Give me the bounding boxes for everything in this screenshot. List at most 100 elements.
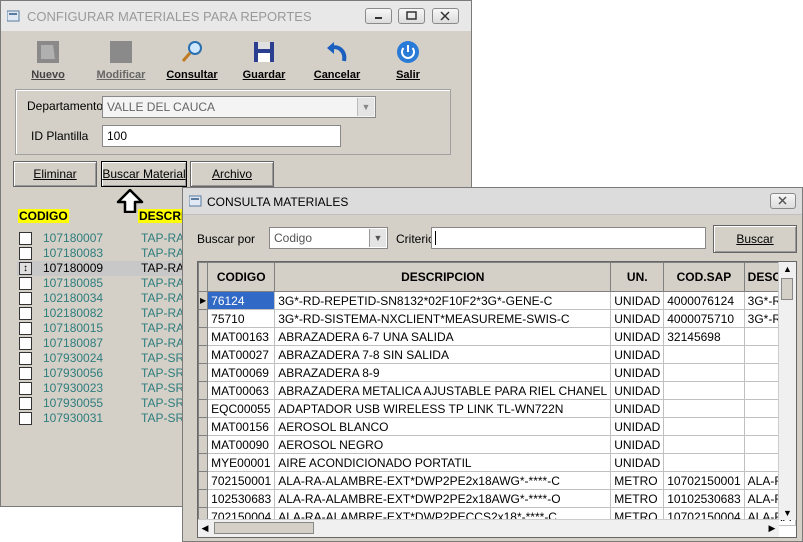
row-indicator[interactable] [198, 417, 209, 436]
minimize-button[interactable] [365, 8, 392, 24]
row-indicator[interactable] [198, 471, 209, 490]
salir-button[interactable]: Salir [378, 39, 438, 81]
row-indicator[interactable] [198, 435, 209, 454]
row-indicator[interactable] [198, 381, 209, 400]
scroll-thumb[interactable] [781, 278, 793, 300]
table-cell[interactable]: 3G*-RD-SISTEMA-NXCLIENT*MEASUREME-SWIS-C [274, 309, 612, 328]
eliminar-button[interactable]: Eliminar [13, 161, 97, 187]
grid-column-header[interactable]: UN. [610, 262, 665, 292]
close-button[interactable] [432, 8, 459, 24]
table-cell[interactable]: 4000076124 [663, 291, 745, 310]
table-cell[interactable]: MAT00027 [207, 345, 276, 364]
table-cell[interactable]: 702150001 [207, 471, 276, 490]
grid-column-header[interactable]: CODIGO [207, 262, 276, 292]
row-checkbox[interactable] [19, 382, 32, 395]
table-cell[interactable]: UNIDAD [610, 309, 665, 328]
table-row[interactable]: MAT00156 AEROSOL BLANCO UNIDAD [198, 417, 796, 436]
row-indicator[interactable] [198, 345, 209, 364]
scroll-left-arrow-icon[interactable]: ◀ [198, 520, 212, 536]
departamento-select[interactable]: VALLE DEL CAUCA ▼ [102, 96, 376, 118]
table-cell[interactable]: 4000075710 [663, 309, 745, 328]
consultar-button[interactable]: Consultar [162, 39, 222, 81]
table-row[interactable]: MAT00069 ABRAZADERA 8-9 UNIDAD [198, 363, 796, 382]
guardar-button[interactable]: Guardar [234, 39, 294, 81]
table-row[interactable]: 702150001 ALA-RA-ALAMBRE-EXT*DWP2PE2x18AW… [198, 471, 796, 490]
table-cell[interactable] [663, 417, 745, 436]
table-cell[interactable] [663, 381, 745, 400]
row-checkbox[interactable] [19, 337, 32, 350]
row-checkbox[interactable] [19, 247, 32, 260]
table-cell[interactable]: MAT00063 [207, 381, 276, 400]
table-cell[interactable]: AEROSOL BLANCO [274, 417, 612, 436]
row-checkbox[interactable] [19, 412, 32, 425]
consulta-close-button[interactable] [770, 193, 796, 209]
table-cell[interactable]: UNIDAD [610, 363, 665, 382]
table-cell[interactable] [663, 435, 745, 454]
row-indicator[interactable] [198, 453, 209, 472]
list-item[interactable]: 107180015 TAP-RA [17, 321, 187, 336]
scroll-right-arrow-icon[interactable]: ▶ [765, 520, 779, 536]
chevron-down-icon[interactable]: ▼ [369, 229, 386, 247]
table-cell[interactable]: 3G*-RD-REPETID-SN8132*02F10F2*3G*-GENE-C [274, 291, 612, 310]
scroll-up-arrow-icon[interactable]: ▲ [779, 262, 796, 276]
row-indicator[interactable] [198, 309, 209, 328]
table-cell[interactable]: ABRAZADERA 7-8 SIN SALIDA [274, 345, 612, 364]
table-cell[interactable]: UNIDAD [610, 417, 665, 436]
table-row[interactable]: ▶ 76124 3G*-RD-REPETID-SN8132*02F10F2*3G*-… [198, 291, 796, 310]
table-row[interactable]: 75710 3G*-RD-SISTEMA-NXCLIENT*MEASUREME-S… [198, 309, 796, 328]
table-cell[interactable]: UNIDAD [610, 399, 665, 418]
modificar-button[interactable]: Modificar [91, 39, 151, 81]
table-cell[interactable]: UNIDAD [610, 435, 665, 454]
table-cell[interactable]: 10102530683 [663, 489, 745, 508]
list-item[interactable]: 107930056 TAP-SR [17, 366, 187, 381]
table-cell[interactable] [663, 363, 745, 382]
table-cell[interactable]: ABRAZADERA 8-9 [274, 363, 612, 382]
consulta-titlebar[interactable]: CONSULTA MATERIALES [183, 188, 802, 215]
list-item[interactable]: ↕ 107180009 TAP-RA [17, 261, 187, 276]
table-row[interactable]: EQC00055 ADAPTADOR USB WIRELESS TP LINK T… [198, 399, 796, 418]
table-cell[interactable]: MAT00163 [207, 327, 276, 346]
table-cell[interactable]: METRO [610, 489, 665, 508]
table-cell[interactable]: AIRE ACONDICIONADO PORTATIL [274, 453, 612, 472]
row-indicator[interactable] [198, 489, 209, 508]
row-resize-icon[interactable]: ↕ [19, 262, 32, 275]
table-cell[interactable]: ALA-RA-ALAMBRE-EXT*DWP2PE2x18AWG*-****-O [274, 489, 612, 508]
row-indicator[interactable] [198, 399, 209, 418]
cancelar-button[interactable]: Cancelar [307, 39, 367, 81]
table-cell[interactable]: ABRAZADERA 6-7 UNA SALIDA [274, 327, 612, 346]
archivo-button[interactable]: Archivo [190, 161, 274, 187]
table-cell[interactable]: UNIDAD [610, 291, 665, 310]
chevron-down-icon[interactable]: ▼ [357, 98, 374, 116]
current-row-pointer-icon[interactable]: ▶ [198, 291, 209, 310]
grid-column-header[interactable]: COD.SAP [663, 262, 745, 292]
horizontal-scrollbar[interactable]: ◀ ▶ [198, 519, 779, 537]
table-cell[interactable] [663, 399, 745, 418]
row-checkbox[interactable] [19, 307, 32, 320]
main-titlebar[interactable]: CONFIGURAR MATERIALES PARA REPORTES [1, 1, 471, 31]
table-row[interactable]: MAT00163 ABRAZADERA 6-7 UNA SALIDA UNIDAD 3… [198, 327, 796, 346]
table-cell[interactable]: 10702150001 [663, 471, 745, 490]
list-item[interactable]: 102180034 TAP-RA [17, 291, 187, 306]
grid-column-header[interactable]: DESCRIPCION [274, 262, 612, 292]
table-row[interactable]: MYE00001 AIRE ACONDICIONADO PORTATIL UNIDA… [198, 453, 796, 472]
list-item[interactable]: 107930024 TAP-SR [17, 351, 187, 366]
table-cell[interactable]: UNIDAD [610, 453, 665, 472]
buscar-button[interactable]: Buscar [713, 225, 797, 253]
list-item[interactable]: 107930055 TAP-SR [17, 396, 187, 411]
nuevo-button[interactable]: Nuevo [18, 39, 78, 81]
table-cell[interactable]: UNIDAD [610, 327, 665, 346]
table-cell[interactable]: 76124 [207, 291, 276, 310]
buscar-por-select[interactable]: Codigo ▼ [269, 227, 388, 249]
plantilla-input[interactable]: 100 [102, 125, 341, 147]
table-row[interactable]: MAT00063 ABRAZADERA METALICA AJUSTABLE PA… [198, 381, 796, 400]
row-checkbox[interactable] [19, 292, 32, 305]
row-checkbox[interactable] [19, 352, 32, 365]
table-cell[interactable]: 102530683 [207, 489, 276, 508]
table-cell[interactable]: MAT00069 [207, 363, 276, 382]
scroll-thumb-horizontal[interactable] [214, 522, 314, 534]
row-indicator[interactable] [198, 363, 209, 382]
row-checkbox[interactable] [19, 367, 32, 380]
table-row[interactable]: MAT00090 AEROSOL NEGRO UNIDAD [198, 435, 796, 454]
vertical-scrollbar[interactable]: ▲ ▼ [778, 262, 796, 520]
table-row[interactable]: MAT00027 ABRAZADERA 7-8 SIN SALIDA UNIDAD [198, 345, 796, 364]
